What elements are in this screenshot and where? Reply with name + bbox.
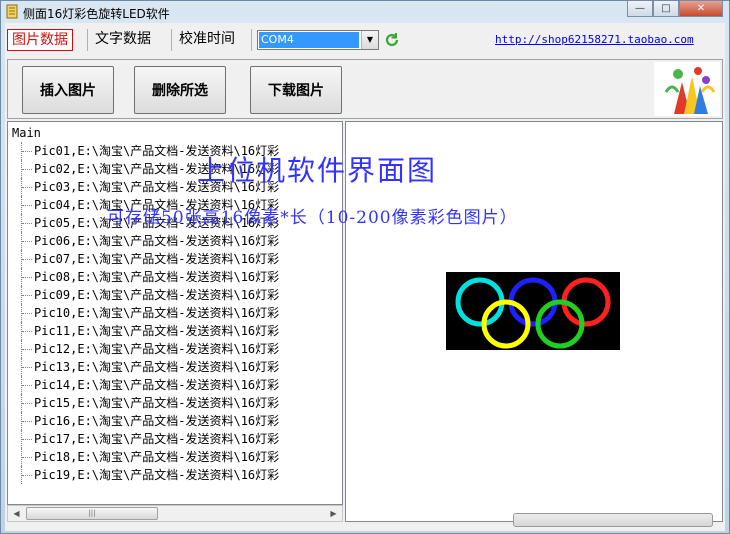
com-port-select[interactable]: COM4 ▼ (257, 30, 379, 50)
tree-item[interactable]: Pic09,E:\淘宝\产品文档-发送资料\16灯彩 (8, 286, 342, 304)
tree-item[interactable]: Pic07,E:\淘宝\产品文档-发送资料\16灯彩 (8, 250, 342, 268)
maximize-icon[interactable]: □ (653, 1, 679, 17)
scroll-left-icon[interactable]: ◀ (8, 506, 25, 521)
window-controls: — □ ✕ (627, 1, 723, 17)
tree-items: Pic01,E:\淘宝\产品文档-发送资料\16灯彩 Pic02,E:\淘宝\产… (8, 142, 342, 484)
download-picture-button[interactable]: 下载图片 (250, 66, 342, 114)
tab-bar: 图片数据 文字数据 校准时间 COM4 ▼ http://shop6215827… (5, 23, 725, 55)
delete-selected-button[interactable]: 删除所选 (134, 66, 226, 114)
tree-item[interactable]: Pic11,E:\淘宝\产品文档-发送资料\16灯彩 (8, 322, 342, 340)
tab-separator (87, 29, 88, 51)
minimize-icon[interactable]: — (627, 1, 653, 17)
tab-calibrate-time[interactable]: 校准时间 (175, 29, 239, 51)
logo-icon (654, 62, 720, 116)
tree-item[interactable]: Pic16,E:\淘宝\产品文档-发送资料\16灯彩 (8, 412, 342, 430)
tree-item[interactable]: Pic13,E:\淘宝\产品文档-发送资料\16灯彩 (8, 358, 342, 376)
tree-item[interactable]: Pic15,E:\淘宝\产品文档-发送资料\16灯彩 (8, 394, 342, 412)
tree-root[interactable]: Main (12, 124, 41, 142)
tree-item[interactable]: Pic08,E:\淘宝\产品文档-发送资料\16灯彩 (8, 268, 342, 286)
client-area: 图片数据 文字数据 校准时间 COM4 ▼ http://shop6215827… (5, 23, 725, 531)
toolbar: 插入图片 删除所选 下载图片 (7, 59, 723, 119)
app-icon (6, 4, 18, 19)
tree-horizontal-scrollbar[interactable]: ◀ ||| ▶ (7, 505, 343, 522)
tree-item[interactable]: Pic14,E:\淘宝\产品文档-发送资料\16灯彩 (8, 376, 342, 394)
scroll-thumb[interactable]: ||| (26, 507, 158, 520)
refresh-icon[interactable] (383, 31, 401, 49)
tab-picture-data[interactable]: 图片数据 (7, 29, 73, 51)
tab-separator (171, 29, 172, 51)
com-port-value: COM4 (259, 32, 359, 48)
window-title: 侧面16灯彩色旋转LED软件 (23, 7, 170, 21)
scroll-right-icon[interactable]: ▶ (325, 506, 342, 521)
tab-text-data[interactable]: 文字数据 (91, 29, 155, 51)
tree-item[interactable]: Pic12,E:\淘宝\产品文档-发送资料\16灯彩 (8, 340, 342, 358)
tab-separator (251, 29, 252, 51)
insert-picture-button[interactable]: 插入图片 (22, 66, 114, 114)
progress-bar (513, 513, 713, 527)
tree-item[interactable]: Pic06,E:\淘宝\产品文档-发送资料\16灯彩 (8, 232, 342, 250)
title-bar[interactable]: 侧面16灯彩色旋转LED软件 — □ ✕ (1, 1, 729, 23)
tree-item[interactable]: Pic19,E:\淘宝\产品文档-发送资料\16灯彩 (8, 466, 342, 484)
caption-title: 上位机软件界面图 (197, 154, 438, 187)
tree-item[interactable]: Pic10,E:\淘宝\产品文档-发送资料\16灯彩 (8, 304, 342, 322)
chevron-down-icon[interactable]: ▼ (361, 31, 378, 49)
shop-link[interactable]: http://shop62158271.taobao.com (495, 33, 694, 46)
app-window: 侧面16灯彩色旋转LED软件 — □ ✕ 图片数据 文字数据 校准时间 COM4… (0, 0, 730, 534)
tree-item[interactable]: Pic17,E:\淘宝\产品文档-发送资料\16灯彩 (8, 430, 342, 448)
close-icon[interactable]: ✕ (679, 1, 723, 17)
tree-item[interactable]: Pic18,E:\淘宝\产品文档-发送资料\16灯彩 (8, 448, 342, 466)
caption-subtitle: 可存储50张高16像素*长（10-200像素彩色图片） (107, 208, 518, 228)
olympic-rings-image (446, 272, 620, 350)
